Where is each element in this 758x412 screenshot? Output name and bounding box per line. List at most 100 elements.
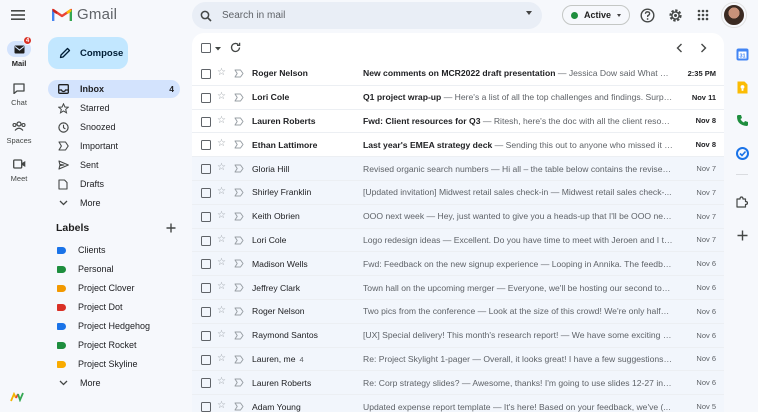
email-row[interactable]: ☆ Shirley Franklin [Updated invitation] Mi… — [192, 180, 724, 205]
email-row[interactable]: ☆ Lori Cole Q1 project wrap-up — Here's a … — [192, 86, 724, 110]
email-row[interactable]: ☆ Adam Young Updated expense report templa… — [192, 395, 724, 412]
email-row[interactable]: ☆ Roger Nelson Two pics from the conferenc… — [192, 299, 724, 324]
important-marker-icon[interactable] — [234, 402, 244, 411]
star-icon[interactable]: ☆ — [217, 67, 226, 79]
row-checkbox[interactable] — [201, 187, 211, 198]
star-icon[interactable]: ☆ — [217, 234, 226, 246]
row-checkbox[interactable] — [201, 116, 211, 127]
important-marker-icon[interactable] — [234, 164, 244, 173]
keep-button[interactable] — [735, 80, 749, 94]
label-item-clients[interactable]: Clients — [48, 241, 180, 259]
tasks-button[interactable] — [735, 113, 749, 127]
important-marker-icon[interactable] — [234, 236, 244, 245]
email-row[interactable]: ☆ Gloria Hill Revised organic search numbe… — [192, 157, 724, 181]
label-item-project-rocket[interactable]: Project Rocket — [48, 336, 180, 354]
email-row[interactable]: ☆ Lori Cole Logo redesign ideas — Excellen… — [192, 228, 724, 253]
important-marker-icon[interactable] — [234, 212, 244, 221]
star-icon[interactable]: ☆ — [217, 162, 226, 174]
nav-item-inbox[interactable]: Inbox 4 — [48, 80, 180, 98]
email-row[interactable]: ☆ Lauren Roberts Re: Corp strategy slides?… — [192, 371, 724, 396]
label-item-project-skyline[interactable]: Project Skyline — [48, 355, 180, 373]
search-bar[interactable] — [192, 2, 542, 29]
star-icon[interactable]: ☆ — [217, 186, 226, 198]
status-selector[interactable]: Active — [562, 5, 630, 25]
row-checkbox[interactable] — [201, 330, 211, 341]
apps-button[interactable] — [694, 6, 712, 24]
addons-button[interactable] — [735, 195, 749, 209]
calendar-button[interactable]: 31 — [735, 47, 749, 61]
label-item-personal[interactable]: Personal — [48, 260, 180, 278]
star-icon[interactable]: ☆ — [217, 329, 226, 341]
row-checkbox[interactable] — [201, 140, 211, 151]
chevron-right-icon[interactable] — [700, 43, 707, 53]
row-checkbox[interactable] — [201, 69, 211, 79]
compose-button[interactable]: Compose — [48, 37, 128, 69]
settings-button[interactable] — [666, 6, 684, 24]
label-item-project-hedgehog[interactable]: Project Hedgehog — [48, 317, 180, 335]
refresh-icon[interactable] — [230, 42, 241, 53]
important-marker-icon[interactable] — [234, 69, 244, 78]
important-marker-icon[interactable] — [234, 259, 244, 268]
important-marker-icon[interactable] — [234, 188, 244, 197]
rail-item-mail[interactable]: 4 Mail — [0, 36, 38, 68]
star-icon[interactable]: ☆ — [217, 400, 226, 412]
rail-item-spaces[interactable]: Spaces — [0, 118, 38, 145]
important-marker-icon[interactable] — [234, 378, 244, 387]
row-checkbox[interactable] — [201, 354, 211, 365]
search-options-icon[interactable] — [526, 11, 532, 15]
label-item-project-dot[interactable]: Project Dot — [48, 298, 180, 316]
important-marker-icon[interactable] — [234, 283, 244, 292]
nav-item-important[interactable]: Important — [48, 137, 180, 155]
rail-item-chat[interactable]: Chat — [0, 80, 38, 107]
row-checkbox[interactable] — [201, 235, 211, 246]
email-row[interactable]: ☆ Lauren Roberts Fwd: Client resources for… — [192, 110, 724, 134]
row-checkbox[interactable] — [201, 306, 211, 317]
nav-item-snoozed[interactable]: Snoozed — [48, 118, 180, 136]
important-marker-icon[interactable] — [234, 307, 244, 316]
star-icon[interactable]: ☆ — [217, 353, 226, 365]
chevron-left-icon[interactable] — [676, 43, 683, 53]
star-icon[interactable]: ☆ — [217, 210, 226, 222]
important-marker-icon[interactable] — [234, 117, 244, 126]
email-row[interactable]: ☆ Raymond Santos [UX] Special delivery! Th… — [192, 323, 724, 348]
select-all-checkbox[interactable] — [201, 43, 211, 53]
star-icon[interactable]: ☆ — [217, 138, 226, 150]
search-input[interactable] — [222, 10, 502, 21]
nav-item-sent[interactable]: Sent — [48, 156, 180, 174]
row-checkbox[interactable] — [201, 283, 211, 294]
important-marker-icon[interactable] — [234, 355, 244, 364]
row-checkbox[interactable] — [201, 164, 211, 175]
search-icon[interactable] — [200, 10, 212, 22]
main-menu-button[interactable] — [8, 5, 28, 25]
important-marker-icon[interactable] — [234, 93, 244, 102]
nav-item-starred[interactable]: Starred — [48, 99, 180, 117]
row-checkbox[interactable] — [201, 378, 211, 389]
email-row[interactable]: ☆ Lauren, me 4 Re: Project Skylight 1-pager… — [192, 347, 724, 372]
nav-item-drafts[interactable]: Drafts — [48, 175, 180, 193]
label-item-project-clover[interactable]: Project Clover — [48, 279, 180, 297]
row-checkbox[interactable] — [201, 211, 211, 222]
important-marker-icon[interactable] — [234, 140, 244, 149]
chevron-down-icon[interactable] — [215, 47, 221, 51]
email-row[interactable]: ☆ Madison Wells Fwd: Feedback on the new s… — [192, 252, 724, 277]
labels-more[interactable]: More — [48, 374, 180, 392]
row-checkbox[interactable] — [201, 259, 211, 270]
row-checkbox[interactable] — [201, 402, 211, 412]
star-icon[interactable]: ☆ — [217, 91, 226, 103]
support-button[interactable] — [638, 6, 656, 24]
email-row[interactable]: ☆ Jeffrey Clark Town hall on the upcoming … — [192, 276, 724, 300]
rail-item-meet[interactable]: Meet — [0, 156, 38, 183]
account-avatar[interactable] — [722, 3, 746, 27]
important-marker-icon[interactable] — [234, 331, 244, 340]
email-row[interactable]: ☆ Roger Nelson New comments on MCR2022 dra… — [192, 62, 724, 86]
star-icon[interactable]: ☆ — [217, 281, 226, 293]
email-row[interactable]: ☆ Keith Obrien OOO next week — Hey, just w… — [192, 204, 724, 229]
star-icon[interactable]: ☆ — [217, 115, 226, 127]
star-icon[interactable]: ☆ — [217, 305, 226, 317]
email-row[interactable]: ☆ Ethan Lattimore Last year's EMEA strateg… — [192, 133, 724, 158]
star-icon[interactable]: ☆ — [217, 376, 226, 388]
star-icon[interactable]: ☆ — [217, 257, 226, 269]
get-addons-button[interactable] — [735, 228, 749, 242]
nav-item-more[interactable]: More — [48, 194, 180, 212]
row-checkbox[interactable] — [201, 92, 211, 103]
